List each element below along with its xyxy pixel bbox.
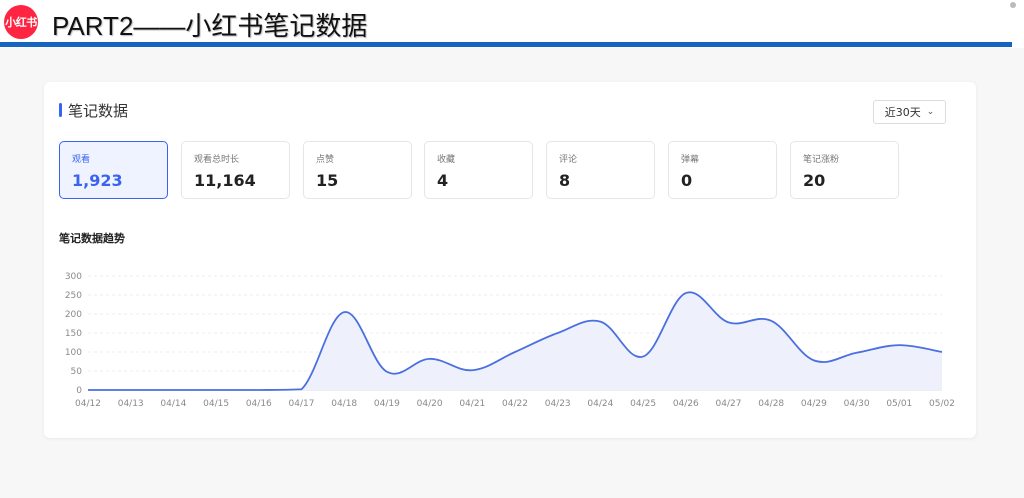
xiaohongshu-logo: 小红书 xyxy=(4,5,38,39)
x-tick-label: 04/17 xyxy=(289,399,315,409)
metric-label: 观看 xyxy=(72,155,91,165)
metric-card-new-followers[interactable]: 笔记涨粉 20 xyxy=(790,141,899,199)
metric-label: 评论 xyxy=(559,155,578,165)
y-tick-label: 50 xyxy=(71,367,83,377)
metric-card-likes[interactable]: 点赞 15 xyxy=(303,141,412,199)
x-tick-label: 04/25 xyxy=(630,399,656,409)
x-tick-label: 04/29 xyxy=(801,399,827,409)
metric-value: 1,923 xyxy=(72,171,123,190)
x-tick-label: 04/30 xyxy=(844,399,870,409)
x-tick-label: 04/19 xyxy=(374,399,400,409)
slide-title: PART2——小红书笔记数据 xyxy=(52,11,368,41)
x-tick-label: 04/20 xyxy=(417,399,443,409)
x-tick-label: 04/21 xyxy=(459,399,485,409)
metric-value: 20 xyxy=(803,171,826,190)
metric-label: 观看总时长 xyxy=(194,155,240,165)
x-tick-label: 04/22 xyxy=(502,399,528,409)
x-tick-label: 04/28 xyxy=(758,399,784,409)
header-divider xyxy=(0,42,1012,47)
y-tick-label: 300 xyxy=(65,272,82,282)
metric-card-favorites[interactable]: 收藏 4 xyxy=(424,141,533,199)
x-tick-label: 04/12 xyxy=(75,399,101,409)
panel-title: 笔记数据 xyxy=(68,102,129,120)
metric-value: 11,164 xyxy=(194,171,256,190)
y-tick-label: 100 xyxy=(65,348,82,358)
x-tick-label: 04/27 xyxy=(716,399,742,409)
corner-dot-icon xyxy=(1010,2,1016,8)
trend-chart-title: 笔记数据趋势 xyxy=(59,232,125,245)
date-range-select[interactable]: 近30天 ⌄ xyxy=(873,100,946,124)
x-tick-label: 04/24 xyxy=(587,399,613,409)
x-tick-label: 04/26 xyxy=(673,399,699,409)
x-tick-label: 04/13 xyxy=(118,399,144,409)
trend-line-chart: 0 50 100 150 200 250 300 04/12 04/13 04/14 04/15 04… xyxy=(65,272,955,409)
metric-label: 点赞 xyxy=(316,155,335,165)
metric-card-danmaku[interactable]: 弹幕 0 xyxy=(668,141,777,199)
metric-label: 弹幕 xyxy=(681,155,700,165)
y-tick-label: 150 xyxy=(65,329,82,339)
y-tick-label: 200 xyxy=(65,310,82,320)
x-tick-label: 04/16 xyxy=(246,399,272,409)
metric-label: 笔记涨粉 xyxy=(803,155,840,165)
chevron-down-icon: ⌄ xyxy=(926,107,935,117)
metric-value: 15 xyxy=(316,171,339,190)
slide-header: 小红书 PART2——小红书笔记数据 xyxy=(0,0,1024,48)
x-tick-label: 04/18 xyxy=(331,399,357,409)
x-tick-label: 04/23 xyxy=(545,399,571,409)
x-tick-label: 05/01 xyxy=(886,399,912,409)
metric-value: 0 xyxy=(681,171,693,190)
metric-value: 4 xyxy=(437,171,449,190)
metric-card-comments[interactable]: 评论 8 xyxy=(546,141,655,199)
x-tick-label: 04/15 xyxy=(203,399,229,409)
x-tick-label: 04/14 xyxy=(160,399,186,409)
metric-label: 收藏 xyxy=(437,155,456,165)
date-range-label: 近30天 xyxy=(884,106,921,119)
x-tick-label: 05/02 xyxy=(929,399,955,409)
series-area xyxy=(88,292,942,390)
metric-value: 8 xyxy=(559,171,571,190)
y-tick-label: 0 xyxy=(76,386,82,396)
y-tick-label: 250 xyxy=(65,291,82,301)
title-accent-bar xyxy=(59,103,62,117)
note-data-panel: 笔记数据 近30天 ⌄ 观看 1,923 观看总时长 11,164 点赞 15 … xyxy=(44,82,976,438)
metric-card-views[interactable]: 观看 1,923 xyxy=(59,141,168,199)
metric-card-watch-time[interactable]: 观看总时长 11,164 xyxy=(181,141,290,199)
